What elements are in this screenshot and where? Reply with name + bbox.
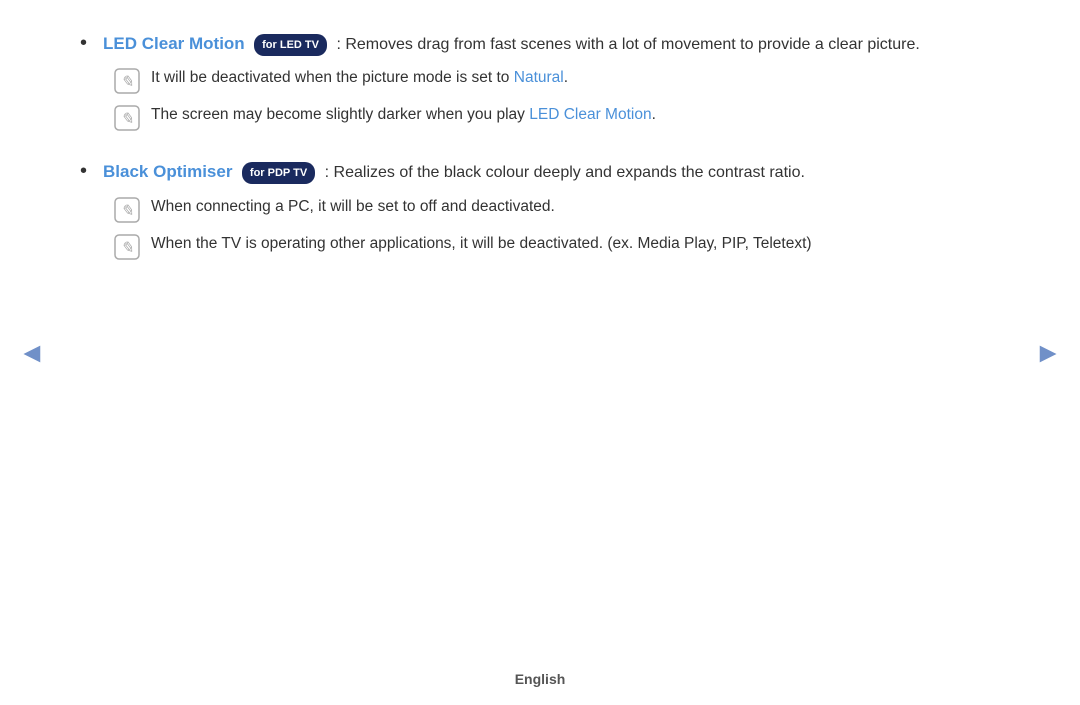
note-text-black-1: When connecting a PC, it will be set to … [151, 195, 555, 220]
note-item-black-1: ✎ When connecting a PC, it will be set t… [113, 195, 1000, 224]
bullet-dot-1: • [80, 32, 87, 55]
note-text-led-2: The screen may become slightly darker wh… [151, 103, 656, 128]
badge-pdp: for PDP TV [242, 162, 315, 184]
note-item-led-1: ✎ It will be deactivated when the pictur… [113, 66, 1000, 95]
item-title-black: Black Optimiser [103, 162, 232, 181]
list-item-led-clear-motion: • LED Clear Motion for LED TV : Removes … [80, 30, 1000, 140]
note-text-led-1: It will be deactivated when the picture … [151, 66, 568, 91]
bullet-list: • LED Clear Motion for LED TV : Removes … [80, 30, 1000, 269]
svg-text:✎: ✎ [120, 74, 133, 91]
note-text-black-2: When the TV is operating other applicati… [151, 232, 812, 257]
note-item-led-2: ✎ The screen may become slightly darker … [113, 103, 1000, 132]
bullet-content-1: LED Clear Motion for LED TV : Removes dr… [103, 30, 1000, 140]
svg-text:✎: ✎ [120, 203, 133, 220]
item-line-2: Black Optimiser for PDP TV : Realizes of… [103, 158, 1000, 186]
svg-text:✎: ✎ [120, 240, 133, 257]
note-list-led: ✎ It will be deactivated when the pictur… [113, 66, 1000, 132]
item-desc-led: : Removes drag from fast scenes with a l… [336, 36, 919, 53]
item-title-led: LED Clear Motion [103, 34, 245, 53]
bullet-content-2: Black Optimiser for PDP TV : Realizes of… [103, 158, 1000, 268]
note-icon-2: ✎ [113, 104, 141, 132]
list-item-black-optimiser: • Black Optimiser for PDP TV : Realizes … [80, 158, 1000, 268]
item-desc-black: : Realizes of the black colour deeply an… [325, 164, 805, 181]
svg-text:✎: ✎ [120, 111, 133, 128]
page-container: ◄ ► • LED Clear Motion for LED TV : Remo… [0, 0, 1080, 705]
note-list-black: ✎ When connecting a PC, it will be set t… [113, 195, 1000, 261]
note-icon-3: ✎ [113, 196, 141, 224]
content-area: • LED Clear Motion for LED TV : Removes … [0, 0, 1080, 661]
note-icon-1: ✎ [113, 67, 141, 95]
item-line-1: LED Clear Motion for LED TV : Removes dr… [103, 30, 1000, 58]
note-icon-4: ✎ [113, 233, 141, 261]
bullet-dot-2: • [80, 160, 87, 183]
highlight-led-clear-motion: LED Clear Motion [529, 106, 651, 123]
footer: English [0, 661, 1080, 705]
badge-led: for LED TV [254, 34, 327, 56]
note-item-black-2: ✎ When the TV is operating other applica… [113, 232, 1000, 261]
language-label: English [515, 671, 566, 687]
highlight-natural: Natural [514, 69, 564, 86]
